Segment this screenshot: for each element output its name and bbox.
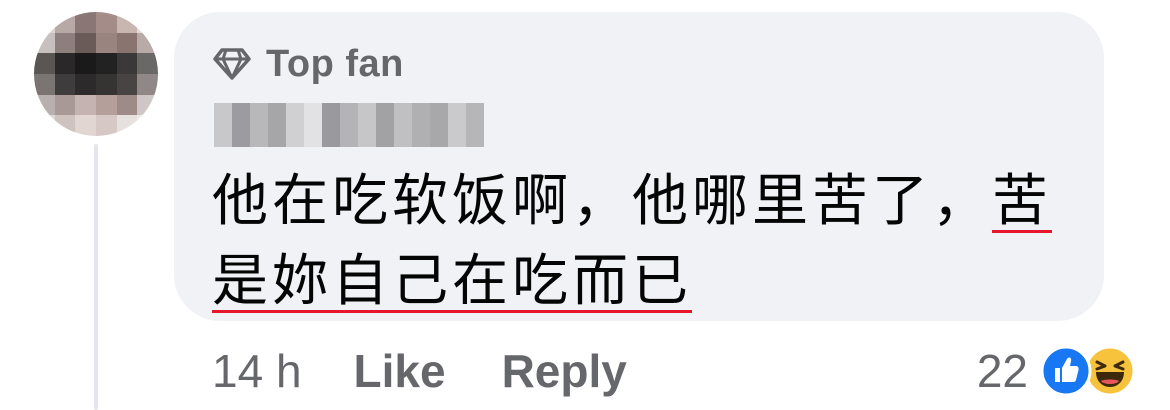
reactions-summary[interactable]: 22 (977, 340, 1136, 402)
avatar[interactable] (34, 12, 158, 136)
reply-button[interactable]: Reply (502, 344, 627, 398)
like-icon (1040, 345, 1092, 397)
comment-text-underlined-2: 是妳自己在吃而已 (212, 249, 692, 314)
thread-line (94, 144, 98, 410)
badge-label: Top fan (266, 42, 404, 85)
comment-text: 他在吃软饭啊，他哪里苦了，苦是妳自己在吃而已 (212, 162, 1082, 322)
comment-text-plain: 他在吃软饭啊，他哪里苦了， (212, 169, 992, 234)
top-fan-badge[interactable]: Top fan (212, 42, 404, 86)
timestamp[interactable]: 14 h (212, 344, 302, 398)
reaction-icons (1040, 345, 1136, 397)
reaction-count: 22 (976, 345, 1028, 397)
like-button[interactable]: Like (354, 344, 446, 398)
comment-actions: 14 h Like Reply (212, 340, 683, 402)
commenter-name[interactable] (214, 103, 484, 147)
diamond-icon (212, 47, 252, 81)
comment-bubble: Top fan 他在吃软饭啊，他哪里苦了，苦是妳自己在吃而已 (174, 12, 1104, 321)
comment-text-underlined-1: 苦 (992, 169, 1052, 234)
